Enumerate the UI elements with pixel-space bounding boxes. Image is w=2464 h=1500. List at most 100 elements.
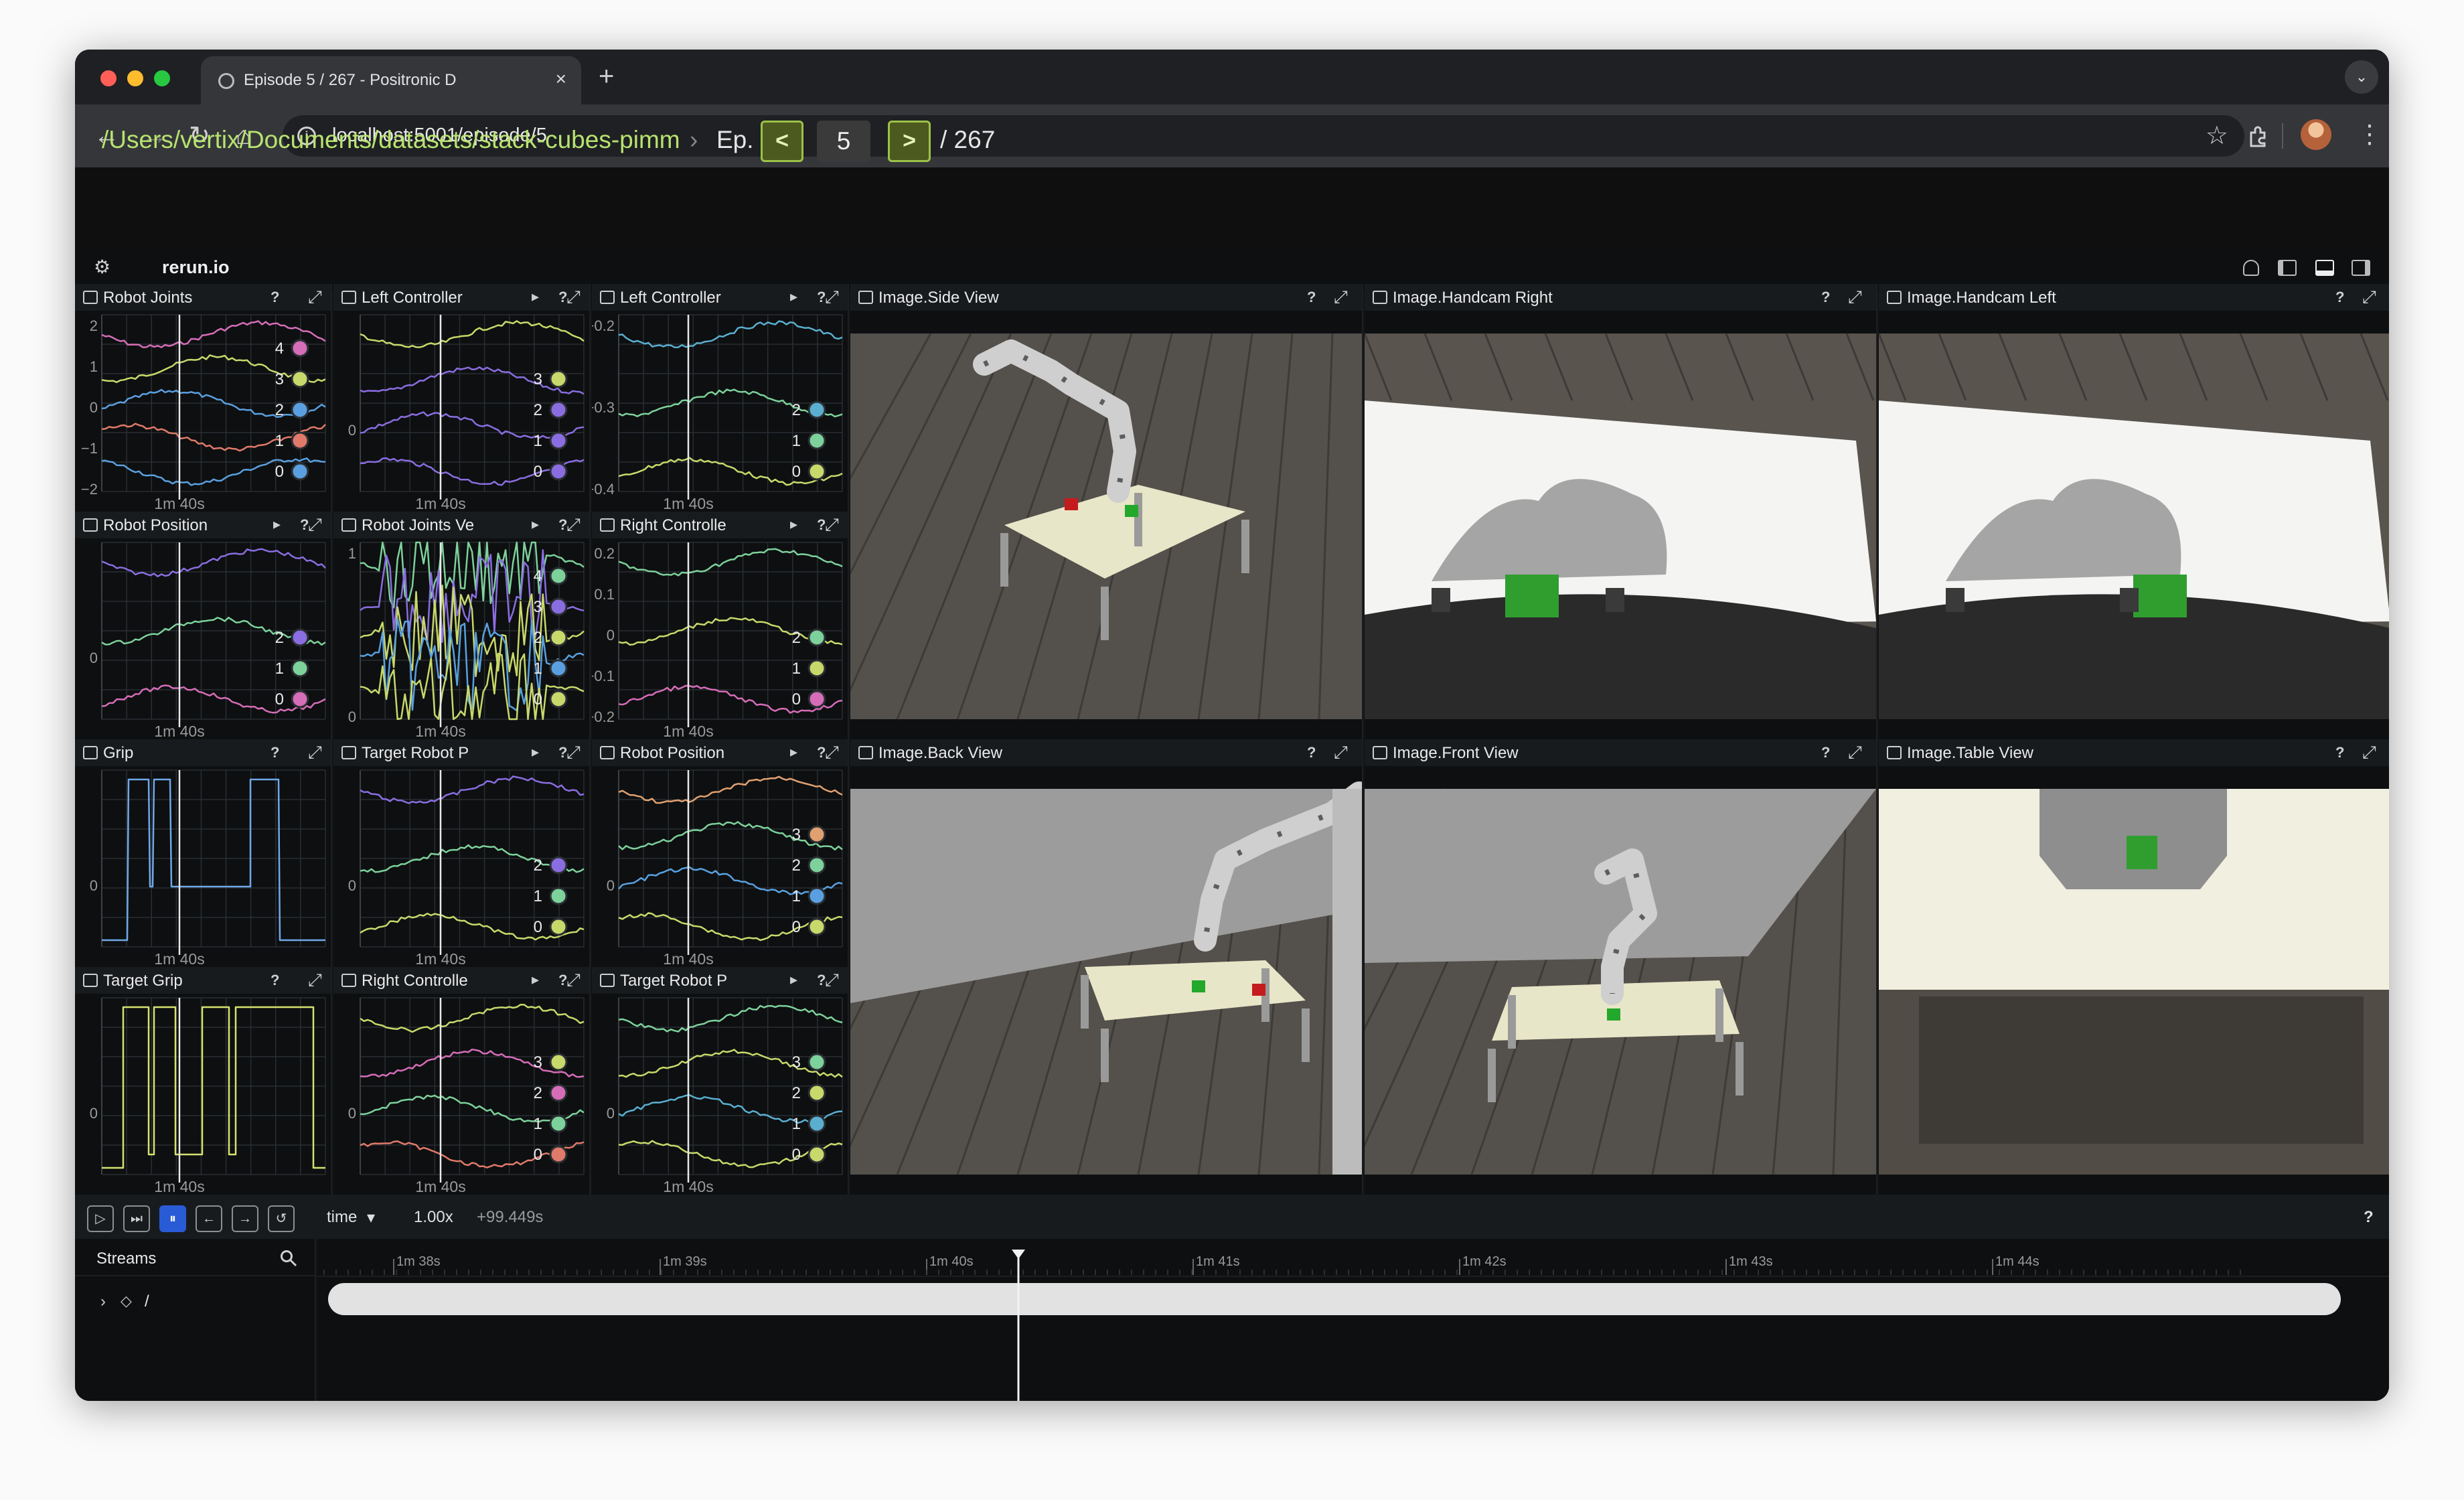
- legend-swatch[interactable]: [807, 1145, 826, 1164]
- panel-title[interactable]: Image.Side View: [878, 289, 999, 307]
- legend-swatch[interactable]: [291, 628, 309, 647]
- legend-label[interactable]: 4: [534, 567, 542, 585]
- legend-swatch[interactable]: [807, 825, 826, 844]
- legend-label[interactable]: 1: [792, 1115, 801, 1133]
- step-next-button[interactable]: →: [232, 1205, 258, 1232]
- legend-swatch[interactable]: [549, 628, 568, 647]
- panel-title[interactable]: Image.Handcam Right: [1393, 289, 1553, 307]
- panel-title[interactable]: Grip: [103, 744, 133, 763]
- legend-swatch[interactable]: [807, 1114, 826, 1133]
- legend-label[interactable]: 2: [534, 401, 542, 419]
- maximize-icon[interactable]: ⤢: [1848, 742, 1862, 763]
- plot-canvas[interactable]: 0.2 0.1 0 −0.1 −0.2 2 1 0 1m 40s: [592, 538, 848, 739]
- notifications-icon[interactable]: [2243, 260, 2259, 276]
- legend-swatch[interactable]: [549, 1083, 568, 1102]
- legend-label[interactable]: 3: [792, 826, 801, 844]
- legend-label[interactable]: 2: [275, 401, 284, 419]
- legend-swatch[interactable]: [549, 887, 568, 905]
- legend-swatch[interactable]: [291, 400, 309, 419]
- plot-canvas[interactable]: 0 3 2 1 0 1m 40s: [592, 766, 848, 967]
- plot-panel[interactable]: Right Controlle▸?⤢0.20.10−0.1−0.22101m 4…: [592, 512, 849, 739]
- legend-label[interactable]: 3: [534, 1053, 542, 1071]
- episode-number[interactable]: 5: [817, 121, 870, 162]
- maximize-icon[interactable]: ⤢: [825, 514, 839, 536]
- camera-image[interactable]: [1365, 766, 1876, 1195]
- legend-label[interactable]: 3: [534, 370, 542, 388]
- tab-close-button[interactable]: ×: [556, 68, 566, 90]
- panel-title[interactable]: Right Controlle: [362, 972, 468, 990]
- plot-panel[interactable]: Target Robot P ▸? ⤢ 0 3 2 1 0 1m 40s: [592, 967, 849, 1195]
- legend-swatch[interactable]: [291, 431, 309, 450]
- help-icon[interactable]: ?: [2335, 744, 2344, 761]
- plot-panel[interactable]: Grip? ⤢ 0 1m 40s: [75, 739, 332, 967]
- panel-title[interactable]: Target Grip: [103, 972, 183, 990]
- dataset-path[interactable]: /Users/vertix/Documents/datasets/stack-c…: [102, 126, 680, 154]
- camera-image[interactable]: [850, 766, 1362, 1195]
- legend-swatch[interactable]: [291, 339, 309, 358]
- legend-label[interactable]: 2: [792, 1084, 801, 1102]
- legend-swatch[interactable]: [807, 1053, 826, 1071]
- legend-label[interactable]: 1: [275, 432, 284, 450]
- step-forward-button[interactable]: ⏭: [123, 1205, 150, 1232]
- image-panel[interactable]: Image.Table View? ⤢: [1879, 739, 2389, 1195]
- legend-swatch[interactable]: [549, 856, 568, 875]
- legend-label[interactable]: 1: [534, 1115, 542, 1133]
- image-panel[interactable]: Image.Side View? ⤢: [850, 284, 1363, 739]
- play-button[interactable]: ▷: [87, 1205, 114, 1232]
- step-back-button[interactable]: ←: [196, 1205, 222, 1232]
- avatar[interactable]: [2301, 119, 2331, 150]
- legend-swatch[interactable]: [549, 1145, 568, 1164]
- rerun-logo[interactable]: rerun.io: [162, 257, 230, 278]
- legend-label[interactable]: 0: [792, 1146, 801, 1164]
- bookmark-star-icon[interactable]: ☆: [2206, 121, 2228, 151]
- legend-swatch[interactable]: [549, 462, 568, 481]
- panel-title[interactable]: Image.Front View: [1393, 744, 1519, 763]
- legend-label[interactable]: 2: [792, 401, 801, 419]
- panel-title[interactable]: Target Robot P: [362, 744, 469, 763]
- plot-panel[interactable]: Robot Joints? ⤢ 2 1 0 −1 −2 4 3 2 1 0 1m 40s: [75, 284, 332, 512]
- help-icon[interactable]: ?: [1307, 289, 1316, 306]
- rerun-menu-icon[interactable]: ⚙: [94, 256, 110, 278]
- camera-image[interactable]: [1879, 766, 2389, 1195]
- panel-title[interactable]: Robot Joints: [103, 289, 192, 307]
- legend-label[interactable]: 0: [792, 463, 801, 481]
- legend-swatch[interactable]: [807, 431, 826, 450]
- expand-chevron-icon[interactable]: ›: [100, 1292, 106, 1311]
- expand-entity-icon[interactable]: ▸: [532, 971, 539, 988]
- legend-label[interactable]: 2: [275, 629, 284, 647]
- legend-swatch[interactable]: [291, 659, 309, 678]
- plot-canvas[interactable]: 0 2 1 0 1m 40s: [333, 766, 589, 967]
- legend-label[interactable]: 4: [275, 340, 284, 358]
- panel-title[interactable]: Robot Joints Ve: [362, 516, 474, 535]
- tab-search-button[interactable]: ⌄: [2345, 60, 2378, 94]
- legend-swatch[interactable]: [549, 917, 568, 936]
- legend-swatch[interactable]: [291, 690, 309, 708]
- legend-swatch[interactable]: [549, 1053, 568, 1071]
- help-icon[interactable]: ?: [271, 972, 279, 989]
- legend-label[interactable]: 1: [534, 887, 542, 905]
- maximize-icon[interactable]: ⤢: [825, 970, 839, 991]
- maximize-icon[interactable]: ⤢: [566, 970, 581, 991]
- legend-label[interactable]: 3: [275, 370, 284, 388]
- maximize-icon[interactable]: ⤢: [308, 287, 322, 308]
- maximize-icon[interactable]: ⤢: [566, 742, 581, 763]
- panel-title[interactable]: Robot Position: [103, 516, 208, 535]
- maximize-icon[interactable]: ⤢: [1334, 287, 1348, 308]
- search-icon[interactable]: [280, 1250, 297, 1267]
- zoom-window-button[interactable]: [154, 70, 170, 86]
- legend-swatch[interactable]: [549, 431, 568, 450]
- plot-canvas[interactable]: 0 2 1 0 1m 40s: [75, 538, 331, 739]
- timeline-selector[interactable]: time: [327, 1208, 357, 1227]
- legend-label[interactable]: 3: [792, 1053, 801, 1071]
- legend-label[interactable]: 1: [534, 432, 542, 450]
- panel-title[interactable]: Image.Table View: [1907, 744, 2033, 763]
- expand-entity-icon[interactable]: ▸: [532, 743, 539, 761]
- legend-swatch[interactable]: [807, 917, 826, 936]
- legend-label[interactable]: 0: [534, 463, 542, 481]
- extensions-icon[interactable]: [2246, 123, 2271, 149]
- plot-canvas[interactable]: −0.2 −0.3 −0.4 2 1 0 1m 40s: [592, 311, 848, 512]
- legend-swatch[interactable]: [291, 462, 309, 481]
- legend-swatch[interactable]: [807, 690, 826, 708]
- playback-speed[interactable]: 1.00x: [414, 1208, 453, 1227]
- legend-label[interactable]: 0: [534, 918, 542, 936]
